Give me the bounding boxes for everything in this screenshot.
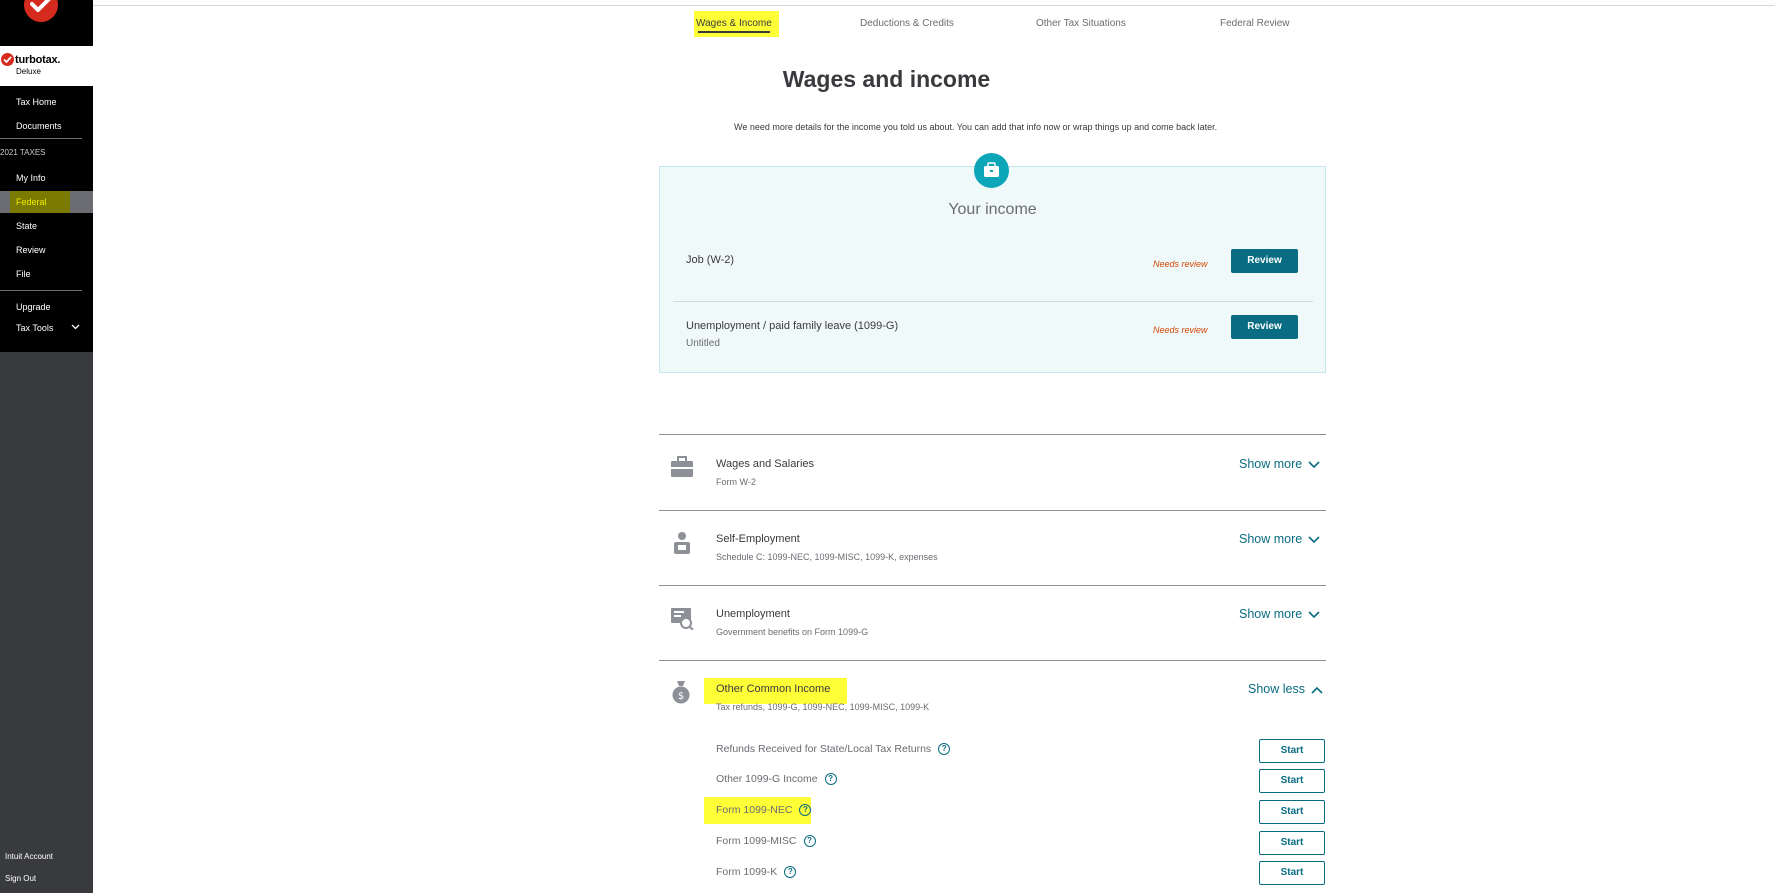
step-federal-review[interactable]: Federal Review [1220, 18, 1289, 29]
section-desc: Form W-2 [716, 477, 756, 487]
help-icon[interactable]: ? [803, 835, 816, 848]
section-title: Unemployment [716, 608, 790, 620]
income-item-label: Job (W-2) [686, 254, 735, 266]
show-more-toggle[interactable]: Show more [1239, 457, 1320, 471]
chevron-down-icon[interactable] [71, 324, 80, 330]
section-title: Self-Employment [716, 533, 800, 545]
needs-review-status: Needs review [1153, 325, 1208, 335]
step-wages-income[interactable]: Wages & Income [696, 18, 772, 29]
step-deductions-credits[interactable]: Deductions & Credits [860, 18, 954, 29]
start-1099-k-button[interactable]: Start [1259, 861, 1325, 885]
active-step-underline [698, 31, 770, 33]
section-desc: Tax refunds, 1099-G, 1099-NEC, 1099-MISC… [716, 702, 930, 712]
needs-review-status: Needs review [1153, 259, 1208, 269]
sidebar-item-federal[interactable]: Federal [16, 197, 47, 207]
sidebar-item-tax-tools[interactable]: Tax Tools [16, 323, 53, 333]
section-divider [659, 510, 1326, 511]
worker-icon [674, 532, 690, 554]
chevron-down-icon [1308, 611, 1320, 618]
show-more-toggle[interactable]: Show more [1239, 532, 1320, 546]
page-subtitle: We need more details for the income you … [734, 122, 1218, 132]
income-option-label: Refunds Received for State/Local Tax Ret… [716, 743, 951, 756]
sidebar-divider [0, 138, 82, 139]
section-divider [659, 585, 1326, 586]
help-icon[interactable]: ? [799, 804, 812, 817]
top-border [93, 5, 1775, 6]
review-job-w2-button[interactable]: Review [1231, 249, 1298, 273]
start-1099-misc-button[interactable]: Start [1259, 831, 1325, 855]
review-unemployment-button[interactable]: Review [1231, 315, 1298, 339]
sidebar: turbotax. Deluxe Tax Home Documents 2021… [0, 0, 93, 893]
start-other-1099g-button[interactable]: Start [1259, 769, 1325, 793]
certificate-icon [671, 608, 694, 630]
section-title: Other Common Income [716, 683, 831, 695]
help-icon[interactable]: ? [938, 743, 951, 756]
section-divider [659, 660, 1326, 661]
sidebar-item-my-info[interactable]: My Info [16, 173, 46, 183]
income-option-label: Form 1099-MISC? [716, 835, 816, 848]
show-more-toggle[interactable]: Show more [1239, 607, 1320, 621]
sidebar-item-documents[interactable]: Documents [16, 121, 62, 131]
sidebar-item-upgrade[interactable]: Upgrade [16, 302, 51, 312]
income-item-sub: Untitled [686, 338, 720, 349]
your-income-title: Your income [948, 201, 1037, 218]
income-option-label: Form 1099-NEC? [716, 804, 812, 817]
brand-name: turbotax. [15, 54, 61, 66]
section-divider [659, 434, 1326, 435]
start-1099-nec-button[interactable]: Start [1259, 800, 1325, 824]
section-desc: Schedule C: 1099-NEC, 1099-MISC, 1099-K,… [716, 552, 938, 562]
section-title: Wages and Salaries [716, 458, 815, 470]
chevron-down-icon [1308, 461, 1320, 468]
turbotax-check-logo-icon[interactable] [24, 0, 58, 22]
income-option-label: Form 1099-K? [716, 866, 797, 879]
sidebar-item-state[interactable]: State [16, 221, 37, 231]
sidebar-item-review[interactable]: Review [16, 245, 46, 255]
your-income-card [659, 166, 1326, 373]
chevron-up-icon [1311, 686, 1323, 694]
income-option-label: Other 1099-G Income? [716, 773, 837, 786]
money-bag-icon: $ [672, 681, 690, 704]
start-state-refunds-button[interactable]: Start [1259, 739, 1325, 763]
step-other-tax-situations[interactable]: Other Tax Situations [1036, 18, 1126, 29]
help-icon[interactable]: ? [784, 866, 797, 879]
section-desc: Government benefits on Form 1099-G [716, 627, 869, 637]
page-title: Wages and income [782, 66, 991, 92]
intuit-account-link[interactable]: Intuit Account [5, 852, 53, 861]
briefcase-icon [671, 456, 693, 477]
help-icon[interactable]: ? [824, 773, 837, 786]
sign-out-link[interactable]: Sign Out [5, 874, 36, 883]
sidebar-item-file[interactable]: File [16, 269, 31, 279]
sidebar-item-tax-home[interactable]: Tax Home [16, 97, 57, 107]
svg-text:$: $ [678, 691, 684, 702]
show-less-toggle[interactable]: Show less [1248, 682, 1323, 696]
income-item-label: Unemployment / paid family leave (1099-G… [686, 320, 899, 332]
check-mark-icon [1, 53, 14, 66]
sidebar-top [0, 0, 93, 46]
sidebar-section-label: 2021 TAXES [0, 148, 46, 157]
card-divider [673, 301, 1313, 302]
sidebar-divider [0, 290, 82, 291]
chevron-down-icon [1308, 536, 1320, 543]
income-drawer-icon [974, 153, 1009, 188]
